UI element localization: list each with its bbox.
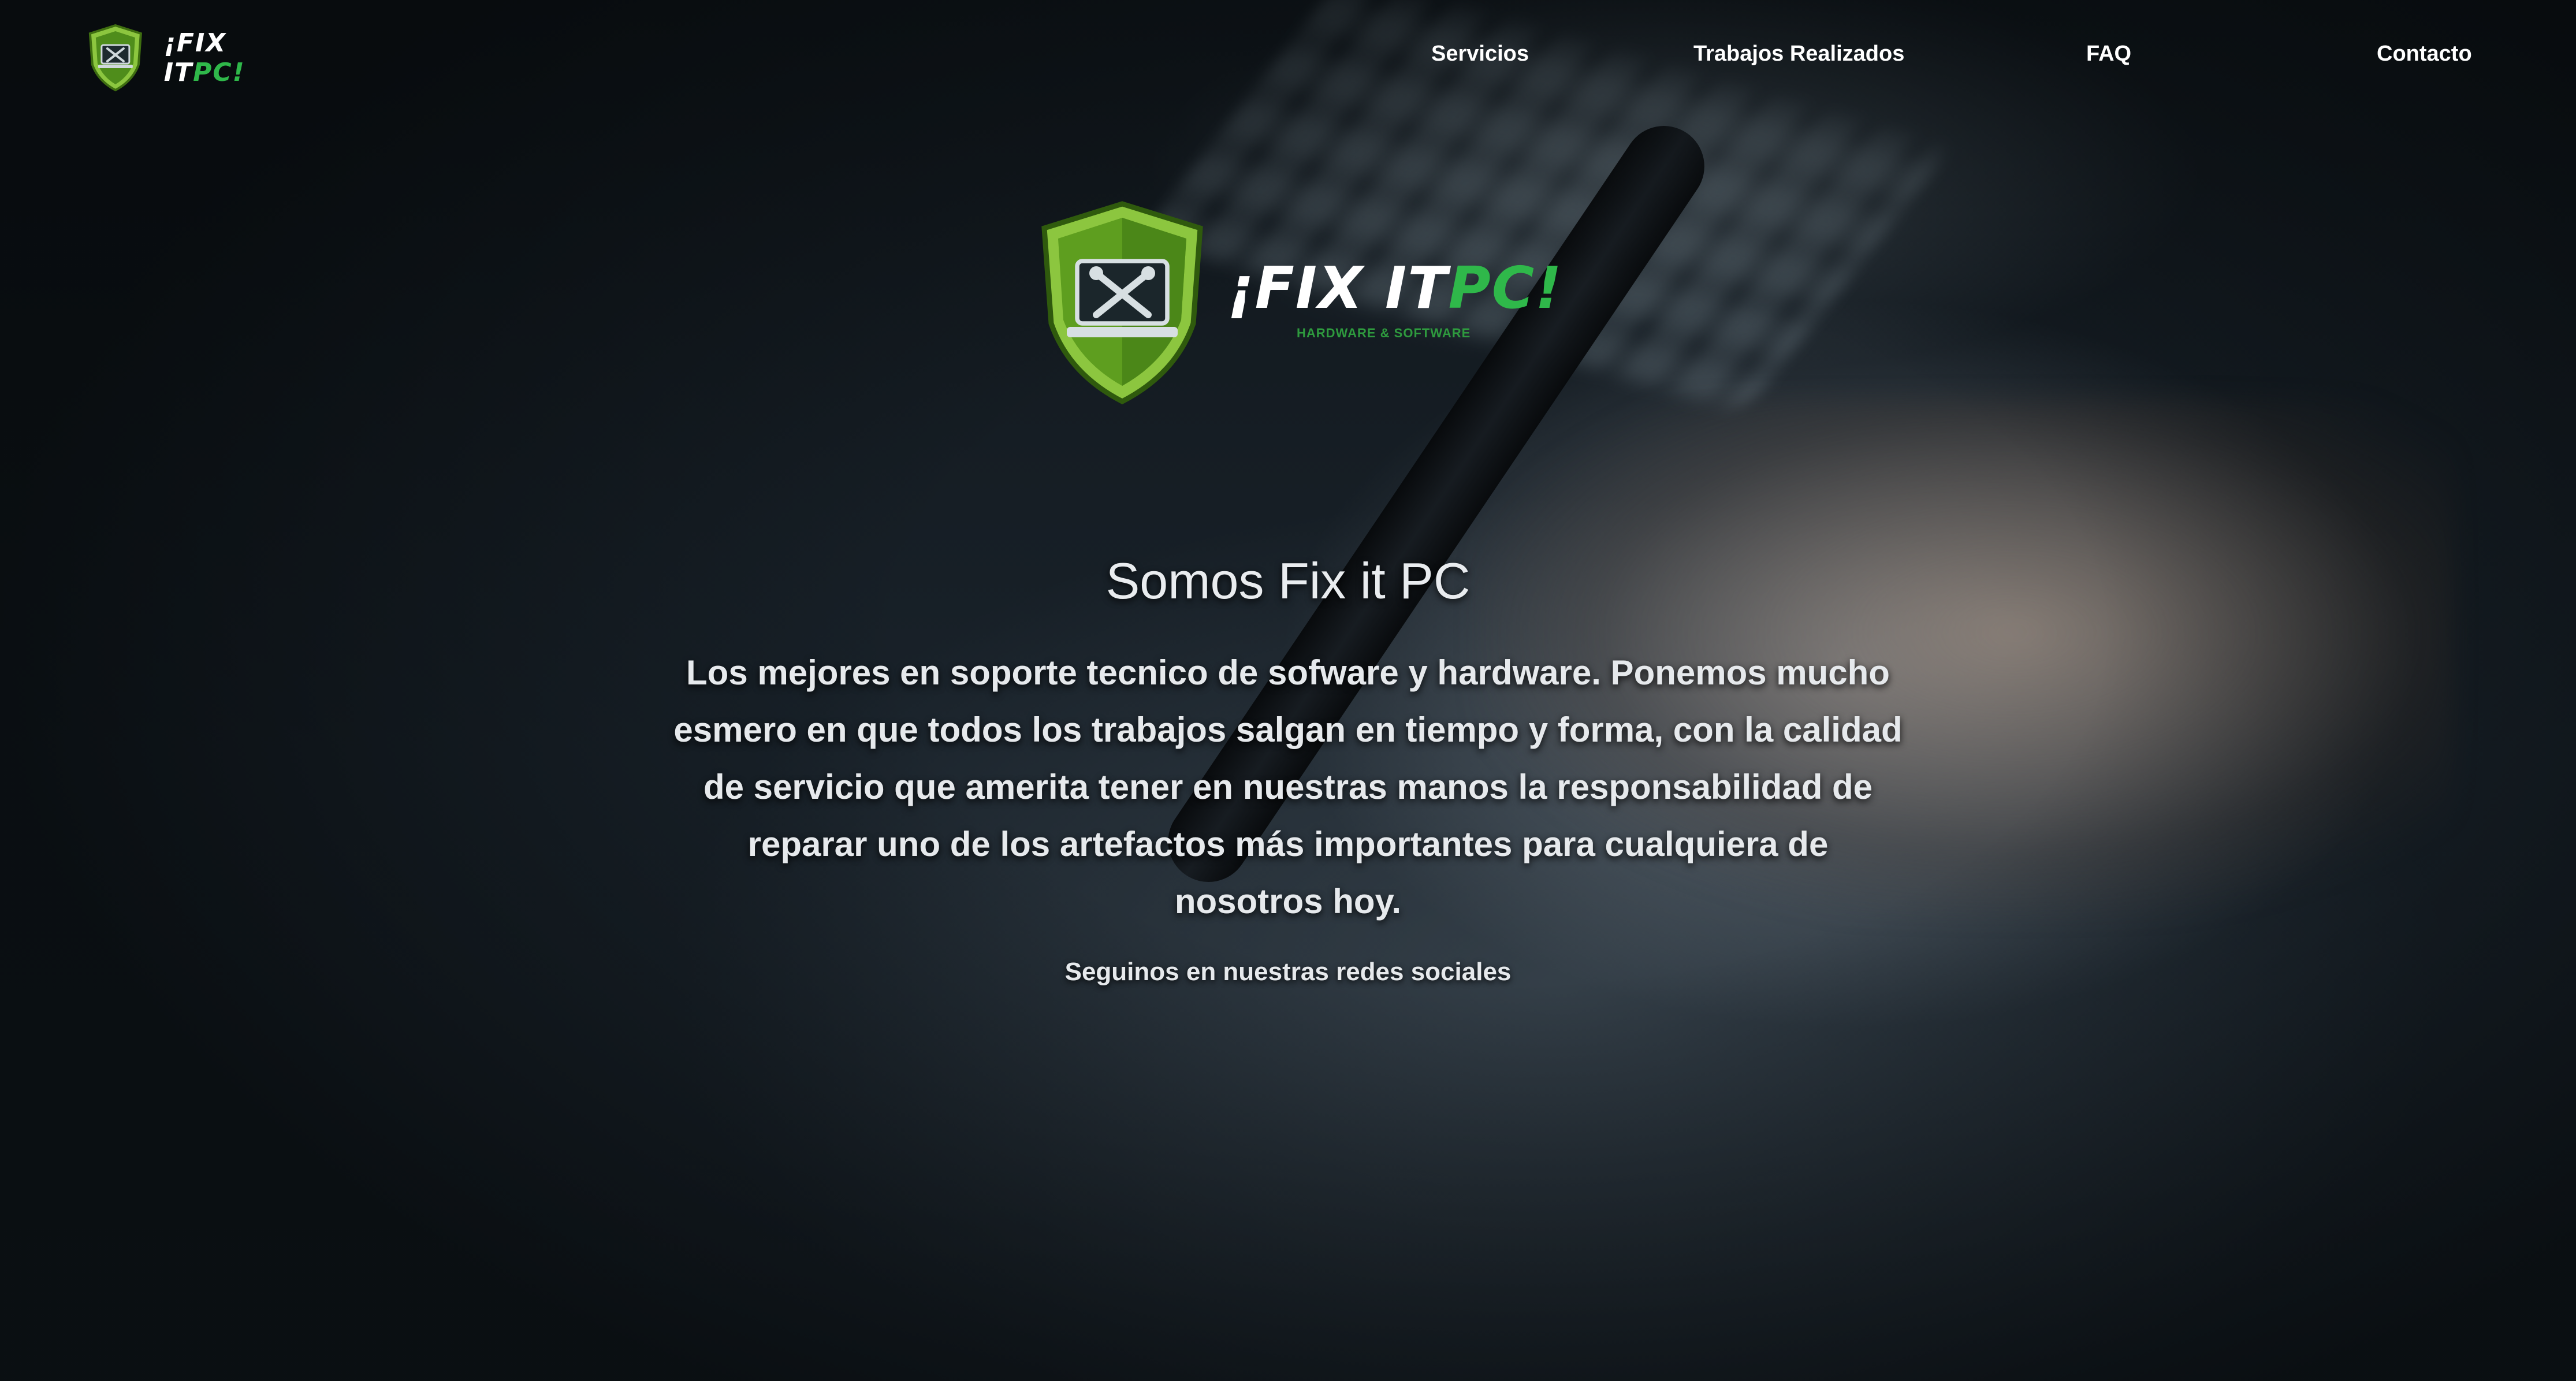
shield-logo-icon <box>1041 201 1203 405</box>
hero-title: Somos Fix it PC <box>1105 552 1471 609</box>
nav-logo-text: ¡FIX ITPC! <box>163 28 245 87</box>
shield-logo-icon <box>88 24 142 92</box>
nav-link-trabajos-realizados[interactable]: Trabajos Realizados <box>1693 42 1904 66</box>
nav-link-contacto[interactable]: Contacto <box>2377 42 2472 66</box>
brand-tagline: HARDWARE & SOFTWARE <box>1297 326 1471 340</box>
nav-logo[interactable]: ¡FIX ITPC! <box>75 23 318 92</box>
brand-name: ¡FIX ITPC! <box>1227 254 1563 322</box>
hero-section: ¡FIX ITPC! Servicios Trabajos Realizados… <box>0 0 2576 1381</box>
social-follow-text: Seguinos en nuestras redes sociales <box>1064 958 1512 986</box>
hero-description: Los mejores en soporte tecnico de sofwar… <box>673 653 1903 921</box>
nav-link-servicios[interactable]: Servicios <box>1431 42 1529 66</box>
hero-brand-logo: ¡FIX ITPC! HARDWARE & SOFTWARE <box>1028 196 1562 410</box>
top-navbar: ¡FIX ITPC! Servicios Trabajos Realizados… <box>0 0 2576 116</box>
nav-link-faq[interactable]: FAQ <box>2086 42 2131 66</box>
